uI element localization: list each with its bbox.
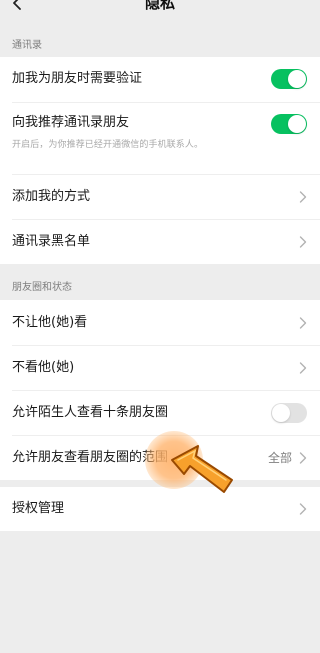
row-hide-them[interactable]: 不看他(她)	[0, 346, 320, 390]
row-add-methods-label: 添加我的方式	[12, 189, 91, 204]
tutorial-arrow-icon	[168, 440, 240, 500]
row-blacklist[interactable]: 通讯录黑名单	[0, 220, 320, 264]
page-title: 隐私	[144, 0, 175, 12]
chevron-right-icon	[299, 452, 307, 464]
row-authorization[interactable]: 授权管理	[0, 487, 320, 531]
contacts-group: 加我为朋友时需要验证 向我推荐通讯录朋友 开启后，为你推荐已经开通微信的手机联系…	[0, 57, 320, 264]
toggle-knob	[272, 404, 290, 422]
stranger-ten-toggle[interactable]	[271, 403, 307, 423]
chevron-right-icon	[299, 362, 307, 374]
row-recommend-label: 向我推荐通讯录朋友	[12, 115, 130, 130]
row-block-view-label: 不让他(她)看	[12, 315, 88, 330]
add-verify-toggle[interactable]	[271, 69, 307, 89]
section-header-moments: 朋友圈和状态	[12, 282, 72, 293]
row-add-methods[interactable]: 添加我的方式	[0, 175, 320, 219]
row-stranger-ten-label: 允许陌生人查看十条朋友圈	[12, 405, 169, 420]
authorization-group: 授权管理	[0, 487, 320, 531]
section-header-contacts: 通讯录	[12, 40, 42, 51]
row-block-view[interactable]: 不让他(她)看	[0, 300, 320, 345]
row-recommend-hint: 开启后，为你推荐已经开通微信的手机联系人。	[12, 140, 204, 150]
row-authorization-label: 授权管理	[12, 501, 65, 516]
row-stranger-ten: 允许陌生人查看十条朋友圈	[0, 391, 320, 435]
chevron-right-icon	[299, 191, 307, 203]
row-add-verify-label: 加我为朋友时需要验证	[12, 71, 143, 86]
recommend-toggle[interactable]	[271, 114, 307, 134]
row-hide-them-label: 不看他(她)	[12, 360, 75, 375]
visible-range-value: 全部	[267, 451, 292, 465]
chevron-right-icon	[299, 317, 307, 329]
toggle-knob	[288, 115, 306, 133]
chevron-right-icon	[299, 503, 307, 515]
row-add-verify: 加我为朋友时需要验证	[0, 57, 320, 102]
chevron-right-icon	[299, 236, 307, 248]
row-blacklist-label: 通讯录黑名单	[12, 234, 91, 249]
row-recommend-contacts: 向我推荐通讯录朋友 开启后，为你推荐已经开通微信的手机联系人。	[0, 103, 320, 175]
navigation-bar: 隐私	[0, 0, 320, 36]
toggle-knob	[288, 70, 306, 88]
